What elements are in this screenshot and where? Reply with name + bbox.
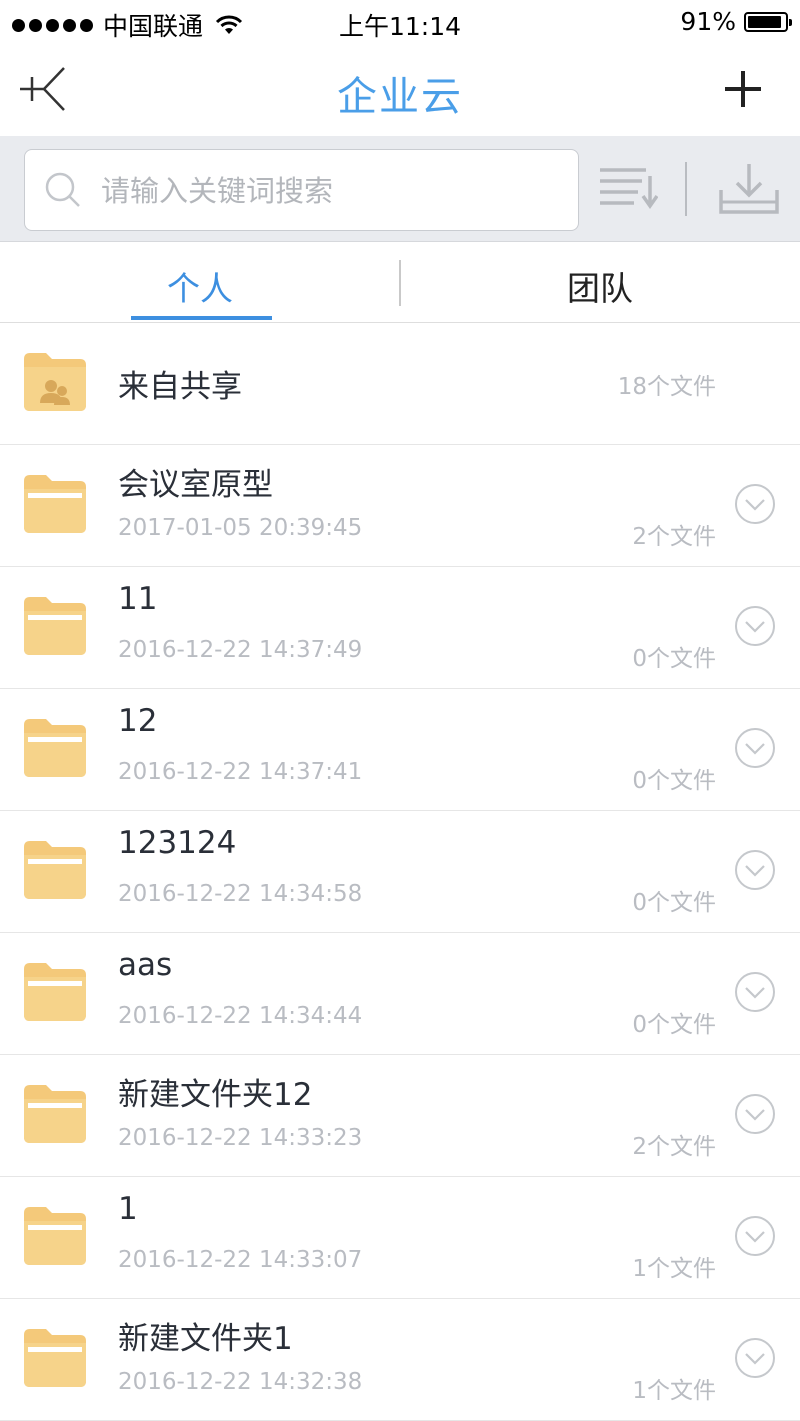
expand-options-button[interactable] (734, 727, 776, 769)
folder-icon (24, 1207, 86, 1265)
expand-options-button[interactable] (734, 1215, 776, 1257)
file-count: 18个文件 (617, 374, 716, 400)
nav-bar: 企业云 (0, 44, 800, 136)
page-title: 企业云 (337, 74, 463, 120)
folder-name: 新建文件夹12 (118, 1077, 313, 1113)
shared-folder-icon (24, 353, 86, 411)
download-icon (719, 164, 779, 214)
battery-percent: 91% (680, 7, 736, 36)
tab-label: 个人 (167, 269, 233, 308)
search-input[interactable] (99, 150, 563, 232)
modified-date: 2016-12-22 14:33:23 (118, 1125, 363, 1151)
folder-row[interactable]: 新建文件夹12 2016-12-22 14:33:23 2个文件 (0, 1055, 800, 1177)
chevron-down-icon (735, 850, 775, 890)
folder-icon (24, 719, 86, 777)
toolbar-divider (685, 162, 687, 216)
chevron-down-icon (735, 1094, 775, 1134)
folder-name: 123124 (118, 825, 237, 861)
tab-label: 团队 (567, 269, 633, 308)
folder-name: 12 (118, 703, 158, 739)
download-button[interactable] (718, 162, 780, 218)
chevron-down-icon (735, 1216, 775, 1256)
status-bar: 中国联通 上午11:14 91% (0, 0, 800, 44)
modified-date: 2016-12-22 14:33:07 (118, 1247, 363, 1273)
shared-folder-row[interactable]: 来自共享 18个文件 (0, 323, 800, 445)
sort-button[interactable] (598, 166, 659, 214)
tab-team[interactable]: 团队 (400, 242, 800, 322)
file-count: 0个文件 (632, 890, 716, 916)
folder-row[interactable]: 11 2016-12-22 14:37:49 0个文件 (0, 567, 800, 689)
battery-icon (744, 11, 792, 32)
tab-bar: 个人 团队 (0, 242, 800, 323)
file-count: 0个文件 (632, 768, 716, 794)
chevron-down-icon (735, 728, 775, 768)
folder-name: 来自共享 (118, 369, 242, 405)
folder-icon (24, 1085, 86, 1143)
folder-name: 会议室原型 (118, 467, 273, 503)
file-count: 0个文件 (632, 646, 716, 672)
modified-date: 2017-01-05 20:39:45 (118, 515, 363, 541)
modified-date: 2016-12-22 14:37:41 (118, 759, 363, 785)
search-toolbar (0, 136, 800, 242)
expand-options-button[interactable] (734, 483, 776, 525)
modified-date: 2016-12-22 14:34:58 (118, 881, 363, 907)
sort-icon (600, 168, 659, 210)
modified-date: 2016-12-22 14:34:44 (118, 1003, 363, 1029)
expand-options-button[interactable] (734, 605, 776, 647)
add-button[interactable] (722, 68, 764, 110)
search-icon (45, 172, 80, 207)
chevron-down-icon (735, 972, 775, 1012)
chevron-down-icon (735, 1338, 775, 1378)
expand-options-button[interactable] (734, 1337, 776, 1379)
folder-icon (24, 597, 86, 655)
file-list: 来自共享 18个文件 会议室原型 2017-01-05 20:39:45 2个文件 11 2… (0, 323, 800, 1421)
folder-icon (24, 1329, 86, 1387)
folder-icon (24, 475, 86, 533)
active-tab-indicator (131, 316, 272, 320)
folder-name: 1 (118, 1191, 138, 1227)
expand-options-button[interactable] (734, 849, 776, 891)
tab-personal[interactable]: 个人 (0, 242, 400, 322)
modified-date: 2016-12-22 14:32:38 (118, 1369, 363, 1395)
file-count: 1个文件 (632, 1378, 716, 1404)
folder-name: aas (118, 947, 173, 983)
expand-options-button[interactable] (734, 1093, 776, 1135)
plus-icon (725, 71, 761, 107)
folder-row[interactable]: 123124 2016-12-22 14:34:58 0个文件 (0, 811, 800, 933)
folder-icon (24, 963, 86, 1021)
folder-icon (24, 841, 86, 899)
folder-row[interactable]: 1 2016-12-22 14:33:07 1个文件 (0, 1177, 800, 1299)
folder-row[interactable]: aas 2016-12-22 14:34:44 0个文件 (0, 933, 800, 1055)
modified-date: 2016-12-22 14:37:49 (118, 637, 363, 663)
chevron-down-icon (735, 606, 775, 646)
folder-row[interactable]: 新建文件夹1 2016-12-22 14:32:38 1个文件 (0, 1299, 800, 1421)
search-box (24, 149, 579, 232)
file-count: 2个文件 (632, 524, 716, 550)
file-count: 0个文件 (632, 1012, 716, 1038)
file-count: 2个文件 (632, 1134, 716, 1160)
folder-row[interactable]: 12 2016-12-22 14:37:41 0个文件 (0, 689, 800, 811)
chevron-down-icon (735, 484, 775, 524)
folder-name: 11 (118, 581, 158, 617)
expand-options-button[interactable] (734, 971, 776, 1013)
folder-row[interactable]: 会议室原型 2017-01-05 20:39:45 2个文件 (0, 445, 800, 567)
folder-name: 新建文件夹1 (118, 1321, 293, 1357)
file-count: 1个文件 (632, 1256, 716, 1282)
